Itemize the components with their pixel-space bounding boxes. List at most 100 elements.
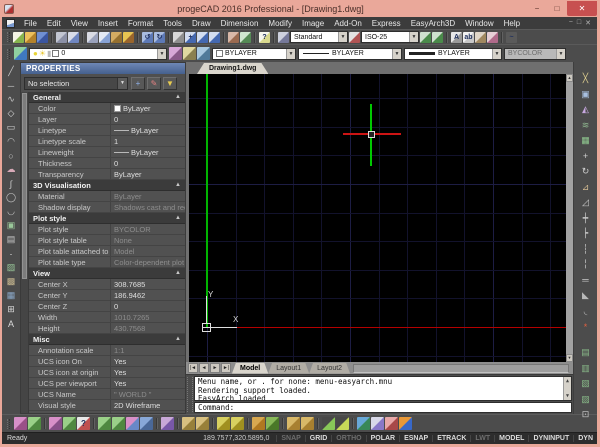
match-properties-icon[interactable] <box>123 32 134 43</box>
paste-icon[interactable] <box>111 32 122 43</box>
layer-match-icon[interactable] <box>49 417 62 430</box>
layer-freeze-icon[interactable] <box>140 417 153 430</box>
print-preview-icon[interactable] <box>68 32 79 43</box>
menu-image[interactable]: Image <box>297 19 329 28</box>
chevron-down-icon[interactable]: ▼ <box>409 32 418 42</box>
collapse-icon[interactable]: ▲ <box>175 94 181 100</box>
property-value[interactable]: Yes <box>111 367 185 377</box>
toggle-lwt[interactable]: LWT <box>470 435 494 442</box>
layer-explorer-icon[interactable] <box>14 47 27 60</box>
properties-palette-title[interactable]: PROPERTIES <box>21 63 185 74</box>
trim-icon[interactable]: ┿ <box>579 212 593 225</box>
mirror-icon[interactable]: ◭ <box>579 103 593 116</box>
print-icon[interactable] <box>56 32 67 43</box>
zoom-previous-icon[interactable] <box>209 32 220 43</box>
toggle-etrack[interactable]: ETRACK <box>432 435 470 442</box>
layer-unlock-tool-icon[interactable] <box>231 417 244 430</box>
property-value[interactable]: 0 <box>111 114 185 124</box>
dimension-update-icon[interactable] <box>420 32 431 43</box>
property-value[interactable]: 2D Wireframe <box>111 400 185 410</box>
property-value[interactable]: 0 <box>111 301 185 311</box>
render-icon[interactable] <box>487 32 498 43</box>
property-value[interactable]: 308.7685 <box>111 279 185 289</box>
arc-icon[interactable]: ◠ <box>5 135 18 148</box>
chevron-down-icon[interactable]: ▼ <box>338 32 347 42</box>
menu-add-on[interactable]: Add-On <box>329 19 367 28</box>
chevron-down-icon[interactable]: ▼ <box>286 49 295 59</box>
new-file-icon[interactable] <box>13 32 24 43</box>
close-button[interactable]: ✕ <box>567 1 597 16</box>
toolbar-grip[interactable] <box>7 49 10 59</box>
layer-delete-icon[interactable] <box>266 417 279 430</box>
spline-icon[interactable]: ∫ <box>5 177 18 190</box>
toolbar-grip[interactable] <box>7 32 10 42</box>
toggle-dyn[interactable]: DYN <box>573 435 597 442</box>
menu-tools[interactable]: Tools <box>158 19 187 28</box>
document-tab[interactable]: Drawing1.dwg <box>197 63 268 74</box>
layer-freeze-all-icon[interactable] <box>287 417 300 430</box>
layer-on-all-icon[interactable] <box>301 417 314 430</box>
tab-model[interactable]: Model <box>232 363 268 374</box>
draw-order-front-icon[interactable]: ▤ <box>579 346 593 359</box>
layer-merge-icon[interactable] <box>252 417 265 430</box>
quick-select-button[interactable]: ▼ <box>163 77 177 90</box>
table-icon[interactable]: ⊞ <box>5 303 18 316</box>
polygon-icon[interactable]: ◇ <box>5 107 18 120</box>
scroll-up-icon[interactable]: ▲ <box>564 377 571 386</box>
canvas-vertical-scrollbar[interactable]: ▲ ▼ <box>566 74 573 362</box>
move-icon[interactable]: + <box>579 150 593 163</box>
region-icon[interactable]: ▦ <box>5 289 18 302</box>
property-section-plot-style[interactable]: Plot style▲ <box>29 213 185 224</box>
erase-icon[interactable]: ╳ <box>579 72 593 85</box>
property-value[interactable]: Yes <box>111 378 185 388</box>
dimension-style-combo[interactable]: ISO-25▼ <box>361 31 419 43</box>
copy-to-layer-icon[interactable] <box>126 417 139 430</box>
express-blocks-icon[interactable] <box>357 417 370 430</box>
break-icon[interactable]: ╎ <box>579 258 593 271</box>
menu-insert[interactable]: Insert <box>93 19 123 28</box>
line-icon[interactable]: ╱ <box>5 65 18 78</box>
drawing-canvas[interactable]: XY <box>189 74 566 362</box>
mdi-control-icon[interactable]: − <box>569 19 574 27</box>
quick-calc-icon[interactable] <box>240 32 251 43</box>
property-section-3d-visualisation[interactable]: 3D Visualisation▲ <box>29 180 185 191</box>
point-icon[interactable]: · <box>5 247 18 260</box>
menu-view[interactable]: View <box>66 19 93 28</box>
layout-nav-icon[interactable]: ►| <box>221 363 231 373</box>
menu-easyarch3d[interactable]: EasyArch3D <box>406 19 460 28</box>
offset-icon[interactable]: ≋ <box>579 119 593 132</box>
easyarch-toggle-icon[interactable]: ~ <box>506 32 517 43</box>
toggle-pickadd-button[interactable]: + <box>131 77 145 90</box>
command-history[interactable]: Menu name, or . for none: menu-easyarch.… <box>194 376 572 401</box>
circle-icon[interactable]: ○ <box>5 149 18 162</box>
mdi-control-icon[interactable]: □ <box>577 19 582 27</box>
collapse-icon[interactable]: ▲ <box>175 215 181 221</box>
collapse-icon[interactable]: ▲ <box>175 336 181 342</box>
property-value[interactable]: ByLayer <box>111 147 185 157</box>
construction-line-icon[interactable]: ─ <box>5 79 18 92</box>
fillet-icon[interactable]: ◟ <box>579 305 593 318</box>
rectangle-icon[interactable]: ▭ <box>5 121 18 134</box>
layer-previous-icon[interactable] <box>169 47 182 60</box>
toggle-ortho[interactable]: ORTHO <box>331 435 365 442</box>
property-value[interactable]: ByLayer <box>111 125 185 135</box>
menu-help[interactable]: Help <box>499 19 525 28</box>
command-window-grip[interactable] <box>187 377 193 412</box>
property-value[interactable]: ByLayer <box>111 103 185 113</box>
copy-object-icon[interactable]: ▣ <box>579 88 593 101</box>
layer-off-icon[interactable] <box>161 417 174 430</box>
revision-cloud-icon[interactable]: ☁ <box>5 163 18 176</box>
distance-icon[interactable]: ⊡ <box>579 408 593 421</box>
property-section-general[interactable]: General▲ <box>29 92 185 103</box>
layer-unisolate-icon[interactable] <box>112 417 125 430</box>
scroll-down-icon[interactable]: ▼ <box>564 392 571 401</box>
save-file-icon[interactable] <box>37 32 48 43</box>
express-select-icon[interactable] <box>322 417 335 430</box>
menu-format[interactable]: Format <box>123 19 158 28</box>
property-section-misc[interactable]: Misc▲ <box>29 334 185 345</box>
standard-toolbar-combo[interactable]: Standard▼ <box>290 31 348 43</box>
mdi-window-controls[interactable]: −□✕ <box>569 19 594 27</box>
toolbar-grip[interactable] <box>7 419 10 429</box>
property-value[interactable]: Yes <box>111 411 185 413</box>
layer-states-icon[interactable] <box>183 47 196 60</box>
